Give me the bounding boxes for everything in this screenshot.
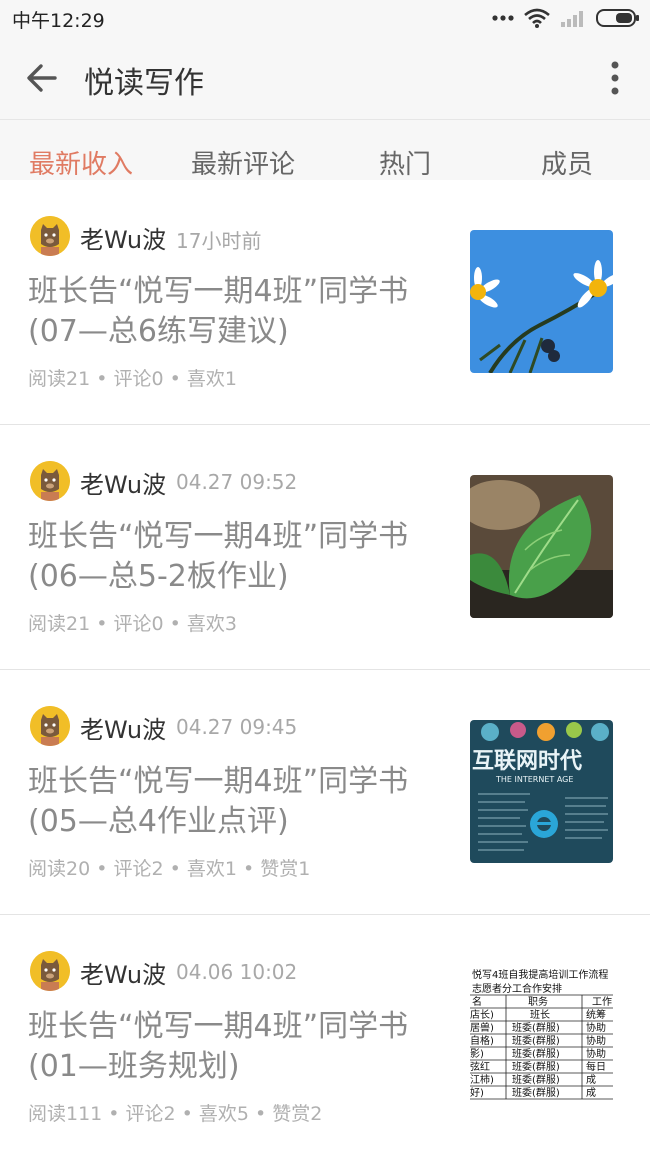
post-stats: 阅读111 • 评论2 • 喜欢5 • 赞赏2	[28, 1103, 323, 1125]
table-cell: 协助	[586, 1021, 606, 1034]
post-title[interactable]: 班长告“悦写一期4班”同学书(05—总4作业点评)	[28, 762, 448, 842]
table-image-title: 悦写4班自我提高培训工作流程	[472, 968, 608, 981]
author-name[interactable]: 老Wu波	[80, 220, 166, 255]
author-avatar[interactable]	[30, 706, 70, 746]
table-cell: 成	[586, 1087, 596, 1099]
cat-avatar-icon	[30, 461, 70, 501]
poster-subtitle: THE INTERNET AGE	[495, 775, 573, 784]
author-avatar[interactable]	[30, 216, 70, 256]
table-header-cell: 名	[472, 995, 482, 1008]
table-cell: 成	[586, 1074, 596, 1086]
post-card[interactable]: 老Wu波 17小时前 班长告“悦写一期4班”同学书(07—总6练写建议) 阅读2…	[0, 180, 650, 425]
page-title: 悦读写作	[84, 66, 204, 101]
post-card[interactable]: 老Wu波 04.27 09:52 班长告“悦写一期4班”同学书(06—总5-2板…	[0, 425, 650, 670]
author-avatar[interactable]	[30, 461, 70, 501]
author-name[interactable]: 老Wu波	[80, 465, 166, 500]
post-time: 04.27 09:52	[176, 470, 298, 494]
post-thumbnail[interactable]: 互联网时代 THE INTERNET AGE	[470, 720, 613, 863]
table-cell: 江柿)	[470, 1073, 494, 1086]
poster-headline: 互联网时代	[472, 749, 582, 774]
battery-icon	[596, 9, 639, 27]
table-cell: 班委(群服)	[512, 1086, 560, 1099]
table-cell: 每日	[586, 1060, 606, 1073]
post-title[interactable]: 班长告“悦写一期4班”同学书(06—总5-2板作业)	[28, 517, 448, 597]
table-cell: 班委(群服)	[512, 1047, 560, 1060]
tab-members[interactable]: 成员	[486, 144, 648, 181]
table-cell: 协助	[586, 1047, 606, 1060]
status-bar: 中午12:29	[0, 0, 650, 36]
post-stats: 阅读21 • 评论0 • 喜欢1	[28, 368, 237, 390]
green-leaf-image	[470, 475, 613, 618]
table-cell: 班长	[530, 1009, 550, 1021]
post-title[interactable]: 班长告“悦写一期4班”同学书(07—总6练写建议)	[28, 272, 448, 352]
table-cell: 居兽)	[470, 1021, 494, 1034]
signal-icon	[561, 11, 583, 27]
post-time: 04.27 09:45	[176, 715, 298, 739]
table-cell: 班委(群服)	[512, 1034, 560, 1047]
status-icons	[492, 8, 640, 28]
table-cell: 协助	[586, 1034, 606, 1047]
table-cell: 班委(群服)	[512, 1073, 560, 1086]
author-name[interactable]: 老Wu波	[80, 710, 166, 745]
post-thumbnail[interactable]	[470, 475, 613, 618]
post-card[interactable]: 老Wu波 04.06 10:02 班长告“悦写一期4班”同学书(01—班务规划)…	[0, 915, 650, 1156]
table-cell: 班委(群服)	[512, 1060, 560, 1073]
post-time: 04.06 10:02	[176, 960, 298, 984]
tab-hot[interactable]: 热门	[324, 144, 486, 181]
post-title[interactable]: 班长告“悦写一期4班”同学书(01—班务规划)	[28, 1007, 448, 1087]
back-arrow-icon[interactable]	[24, 60, 60, 96]
daisy-flowers-image	[470, 230, 613, 373]
author-name[interactable]: 老Wu波	[80, 955, 166, 990]
table-cell: 好)	[470, 1087, 484, 1099]
table-image-subtitle: 志愿者分工合作安排	[472, 982, 562, 995]
table-header-cell: 职务	[528, 995, 548, 1008]
table-cell: 店长)	[470, 1008, 494, 1021]
internet-age-poster-image: 互联网时代 THE INTERNET AGE	[470, 720, 613, 863]
wifi-icon	[524, 8, 550, 28]
table-header-cell: 工作	[592, 996, 612, 1008]
post-thumbnail[interactable]: 悦写4班自我提高培训工作流程 志愿者分工合作安排 名 职务 工作 店长) 班长 …	[470, 965, 613, 1108]
tab-latest-comments[interactable]: 最新评论	[162, 144, 324, 181]
post-thumbnail[interactable]	[470, 230, 613, 373]
cat-avatar-icon	[30, 216, 70, 256]
duty-table-image: 悦写4班自我提高培训工作流程 志愿者分工合作安排 名 职务 工作 店长) 班长 …	[470, 965, 613, 1108]
table-cell: 弦红	[470, 1060, 490, 1073]
more-dots-icon	[492, 15, 514, 21]
table-cell: 自格)	[470, 1034, 494, 1047]
overflow-menu-icon[interactable]	[608, 60, 622, 96]
app-bar: 悦读写作	[0, 36, 650, 120]
table-cell: 影)	[470, 1048, 484, 1060]
table-cell: 班委(群服)	[512, 1021, 560, 1034]
post-stats: 阅读20 • 评论2 • 喜欢1 • 赞赏1	[28, 858, 311, 880]
table-cell: 统筹	[586, 1008, 606, 1021]
post-stats: 阅读21 • 评论0 • 喜欢3	[28, 613, 237, 635]
author-avatar[interactable]	[30, 951, 70, 991]
post-time: 17小时前	[176, 229, 262, 253]
cat-avatar-icon	[30, 706, 70, 746]
status-time: 中午12:29	[12, 10, 105, 32]
cat-avatar-icon	[30, 951, 70, 991]
tab-latest-added[interactable]: 最新收入	[0, 144, 162, 181]
post-card[interactable]: 老Wu波 04.27 09:45 班长告“悦写一期4班”同学书(05—总4作业点…	[0, 670, 650, 915]
